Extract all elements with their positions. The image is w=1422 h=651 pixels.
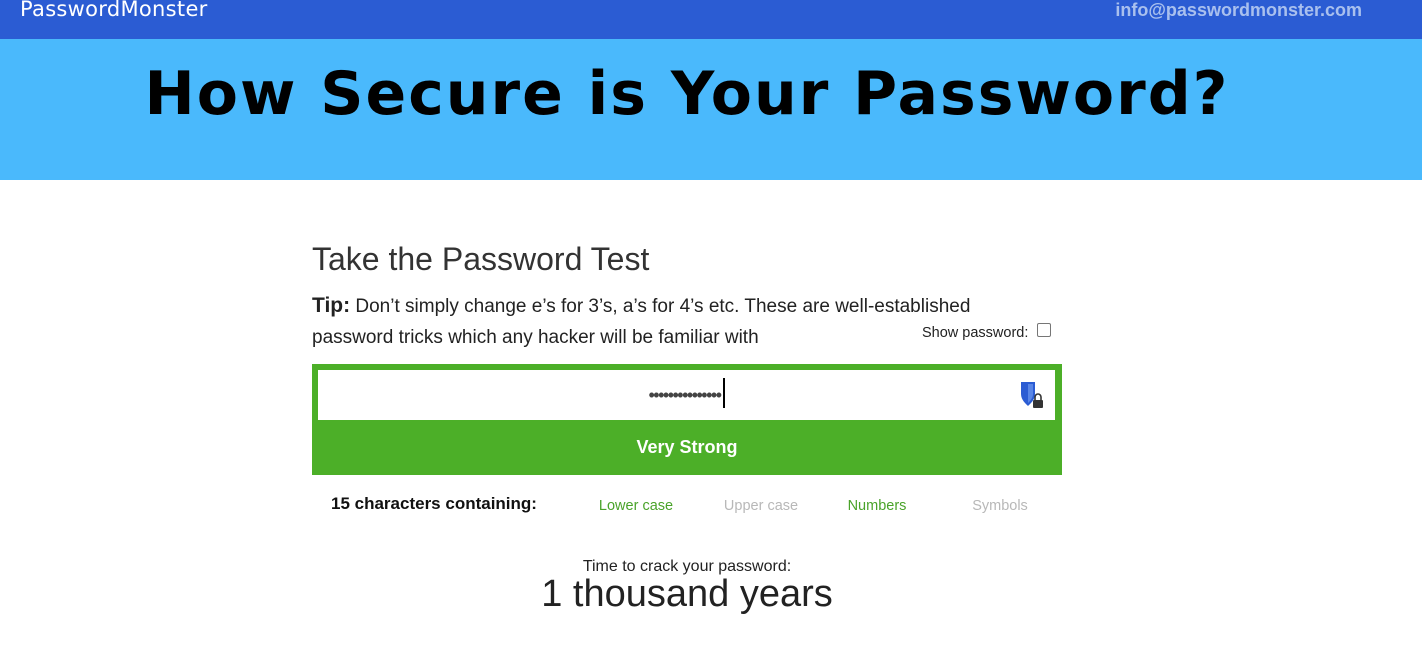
chartype-numbers: Numbers xyxy=(847,498,907,514)
tip-text: Tip: Don’t simply change e’s for 3’s, a’… xyxy=(312,290,1032,353)
chartype-symbols: Symbols xyxy=(972,498,1028,514)
tip-body: Don’t simply change e’s for 3’s, a’s for… xyxy=(312,296,971,348)
section-title: Take the Password Test xyxy=(312,241,650,277)
page-headline: How Secure is Your Password? xyxy=(144,59,1230,129)
text-caret xyxy=(722,378,725,409)
brand-logo[interactable]: PasswordMonster xyxy=(20,0,208,21)
chartype-lowercase: Lower case xyxy=(598,498,674,514)
strength-meter: ••••••••••••••• Very Strong xyxy=(312,364,1062,475)
show-password-toggle[interactable]: Show password: xyxy=(922,323,1052,341)
contact-email-link[interactable]: info@passwordmonster.com xyxy=(1115,0,1362,21)
password-manager-shield-icon[interactable] xyxy=(1019,380,1045,410)
crack-time-value: 1 thousand years xyxy=(541,573,833,615)
top-bar: PasswordMonster info@passwordmonster.com xyxy=(0,0,1422,39)
show-password-checkbox[interactable] xyxy=(1037,323,1052,337)
tip-label: Tip: xyxy=(312,294,351,317)
character-count-summary: 15 characters containing: xyxy=(331,494,537,513)
password-value: ••••••••••••••• xyxy=(318,378,1055,409)
password-input[interactable]: ••••••••••••••• xyxy=(318,370,1055,420)
strength-label: Very Strong xyxy=(636,437,738,457)
show-password-label: Show password: xyxy=(922,325,1029,341)
chartype-uppercase: Upper case xyxy=(723,498,799,514)
